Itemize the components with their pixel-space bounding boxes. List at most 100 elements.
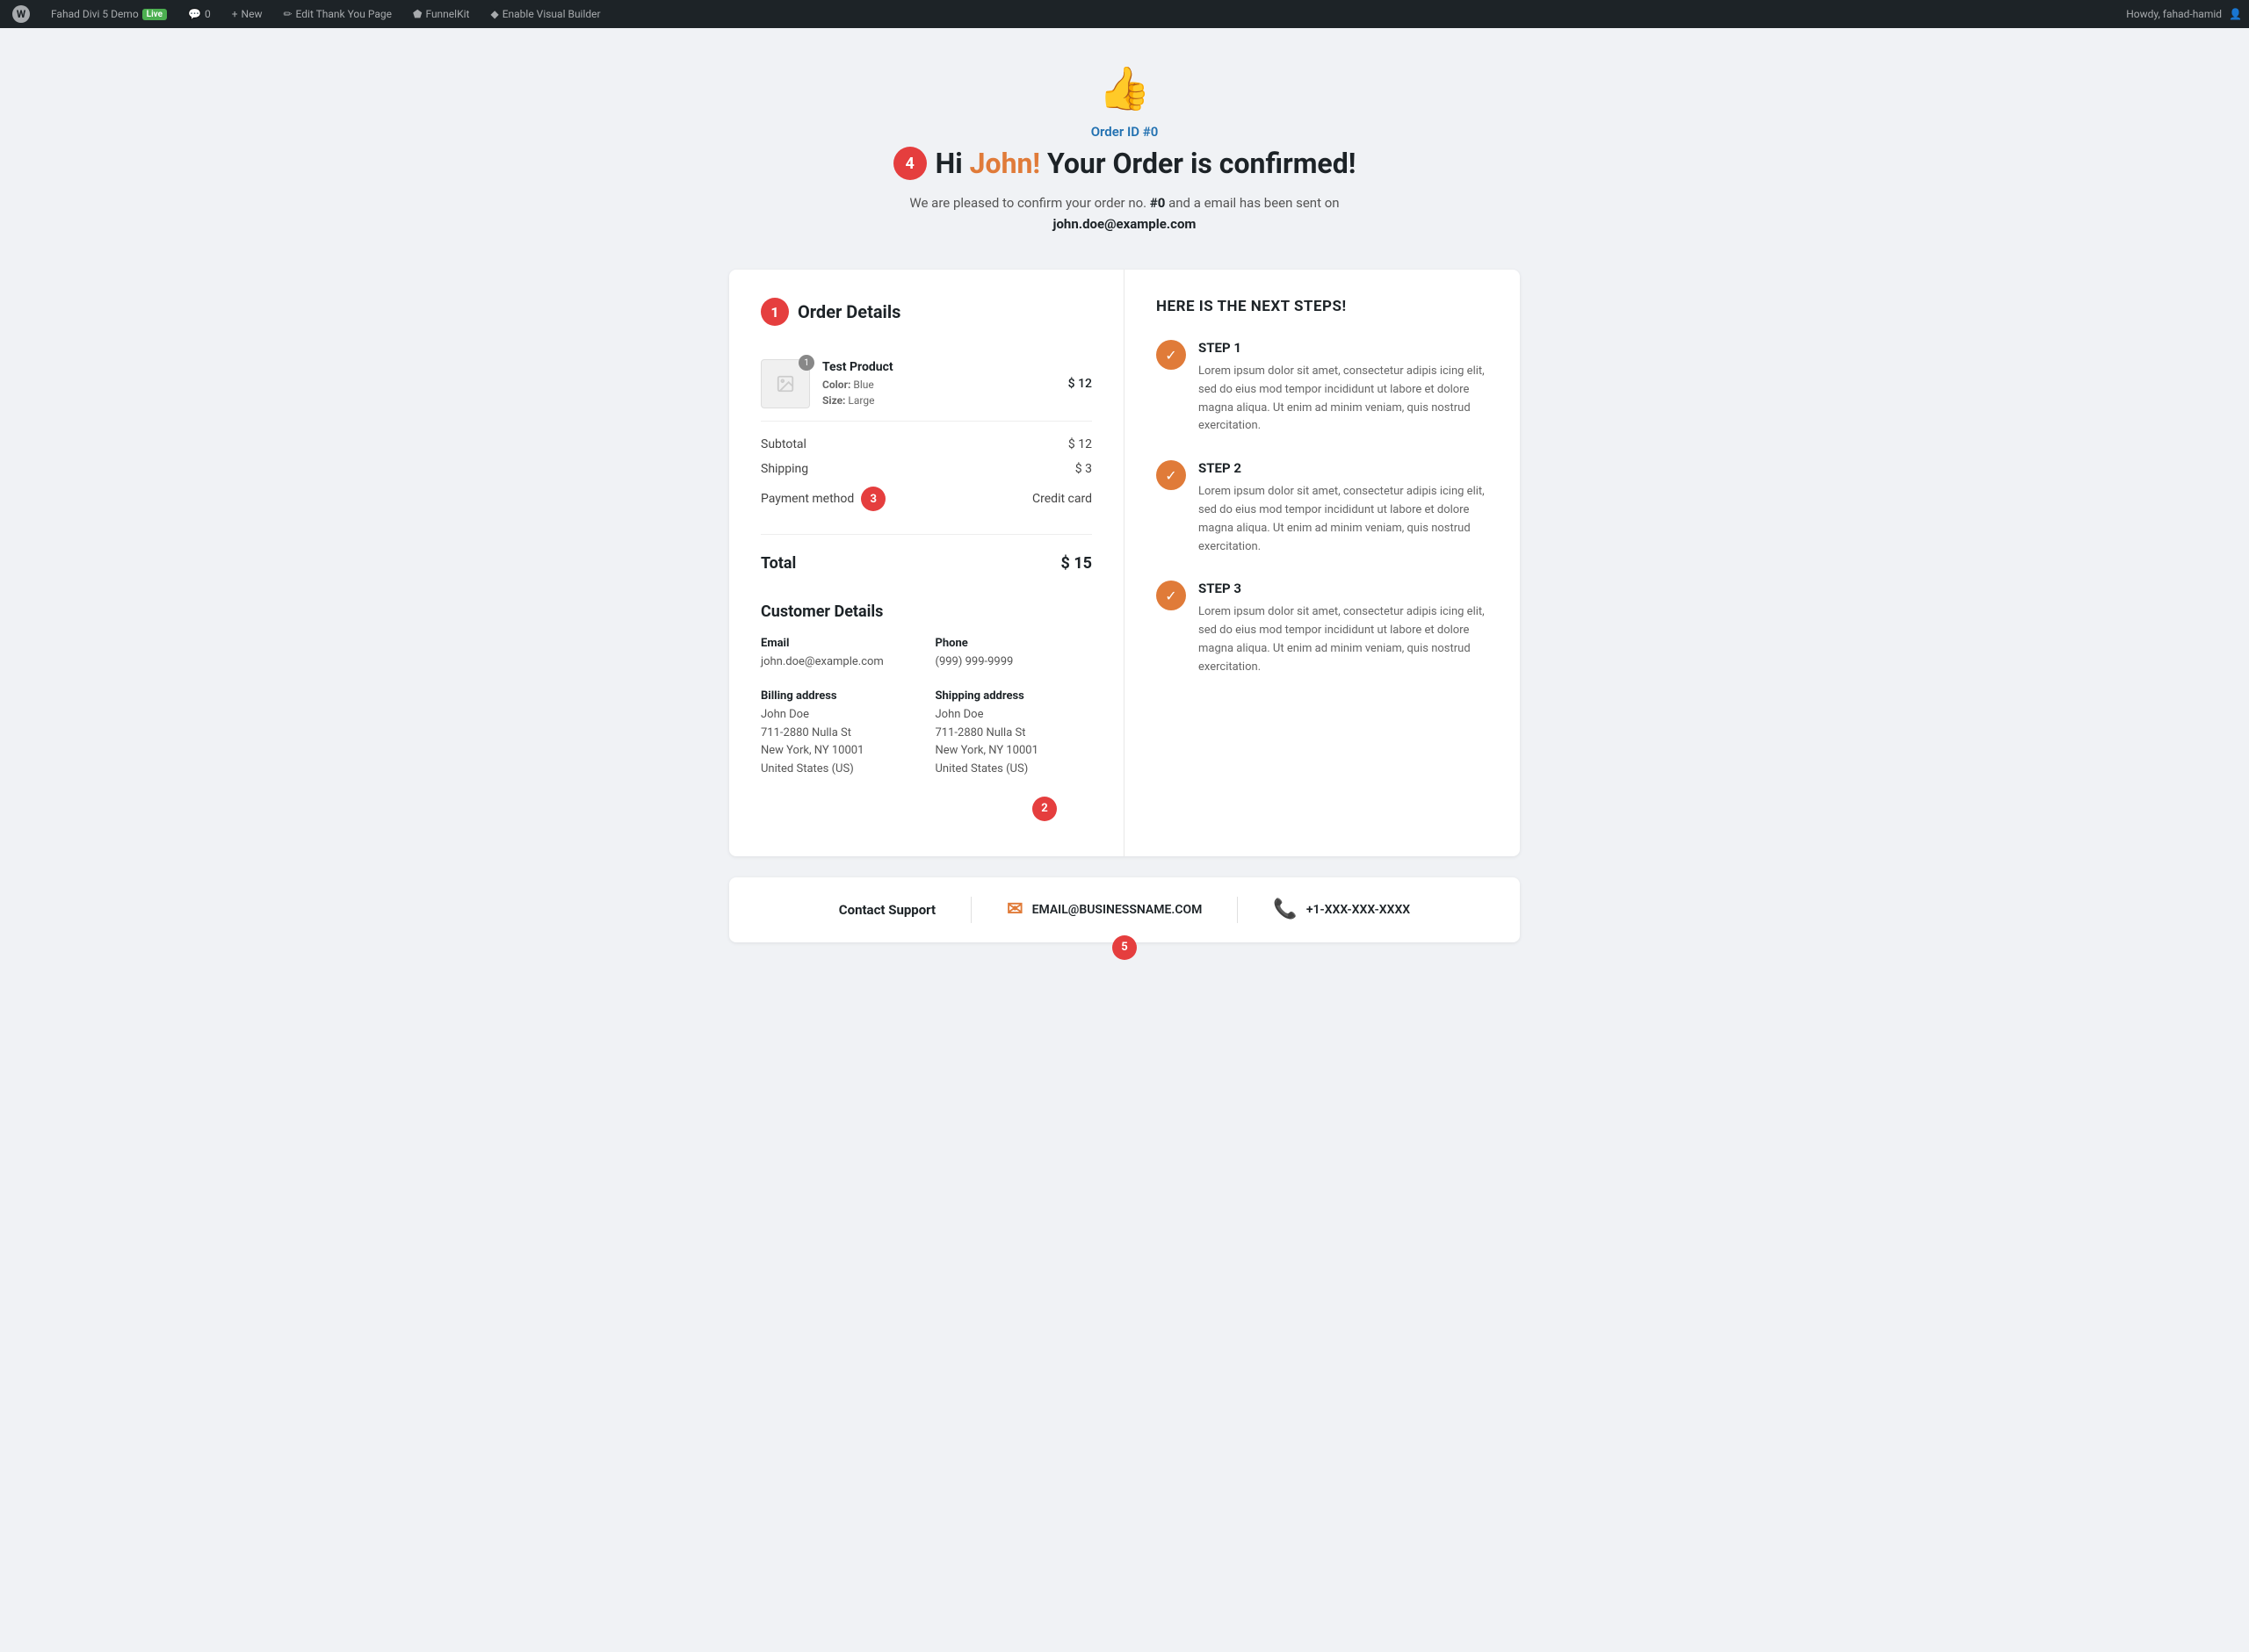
- shipping-address-label: Shipping address: [936, 689, 1093, 703]
- step-badge-4: 4: [893, 147, 927, 180]
- step-item-2: ✓ STEP 2 Lorem ipsum dolor sit amet, con…: [1156, 460, 1488, 556]
- admin-bar-left: W Fahad Divi 5 Demo Live 💬 0 + New ✏ Edi…: [7, 0, 2126, 28]
- order-details-heading: 1 Order Details: [761, 298, 1092, 326]
- product-name: Test Product: [822, 360, 1056, 374]
- step-3-check-icon: ✓: [1156, 581, 1186, 610]
- shipping-address-value: John Doe711-2880 Nulla StNew York, NY 10…: [936, 706, 1093, 779]
- comment-count: 0: [205, 8, 211, 20]
- annotation-badge-3: 3: [861, 487, 886, 511]
- subtotal-label: Subtotal: [761, 437, 806, 451]
- funnelkit-link[interactable]: ⬟ FunnelKit: [408, 0, 474, 28]
- order-id: Order ID #0: [18, 124, 2231, 140]
- total-label: Total: [761, 554, 796, 573]
- new-label: New: [242, 8, 263, 20]
- step-3-content: STEP 3 Lorem ipsum dolor sit amet, conse…: [1198, 581, 1488, 676]
- billing-address-label: Billing address: [761, 689, 918, 703]
- step-2-content: STEP 2 Lorem ipsum dolor sit amet, conse…: [1198, 460, 1488, 556]
- subtotal-value: $ 12: [1068, 437, 1092, 451]
- next-steps-heading: HERE IS THE NEXT STEPS!: [1156, 298, 1488, 315]
- product-row: 1 Test Product Color: Blue Size: Large $…: [761, 347, 1092, 422]
- product-image: 1: [761, 359, 810, 408]
- payment-method-row: Payment method 3 Credit card: [761, 481, 1092, 516]
- thumbs-up-icon: 👍: [18, 63, 2231, 113]
- step-1-content: STEP 1 Lorem ipsum dolor sit amet, conse…: [1198, 340, 1488, 436]
- footer-phone-item[interactable]: 📞 +1-XXX-XXX-XXXX: [1273, 898, 1410, 920]
- new-link[interactable]: + New: [227, 0, 268, 28]
- step-item-1: ✓ STEP 1 Lorem ipsum dolor sit amet, con…: [1156, 340, 1488, 436]
- phone-value: (999) 999-9999: [936, 653, 1093, 672]
- edit-icon: ✏: [283, 8, 292, 20]
- enable-visual-label: Enable Visual Builder: [503, 8, 601, 20]
- comment-icon: 💬: [188, 8, 201, 20]
- customer-details-grid: Email john.doe@example.com Phone (999) 9…: [761, 637, 1092, 779]
- order-panel: 1 Order Details 1 Test Product Color:: [729, 270, 1124, 856]
- step-item-3: ✓ STEP 3 Lorem ipsum dolor sit amet, con…: [1156, 581, 1488, 676]
- phone-field-group: Phone (999) 999-9999: [936, 637, 1093, 672]
- page-wrapper: 👍 Order ID #0 4 Hi John! Your Order is c…: [0, 28, 2249, 1624]
- funnelkit-icon: ⬟: [413, 8, 422, 20]
- admin-bar-right: Howdy, fahad-hamid 👤: [2126, 8, 2242, 20]
- howdy-label: Howdy, fahad-hamid: [2126, 8, 2222, 20]
- order-details-title: Order Details: [798, 301, 900, 322]
- payment-method-value: Credit card: [1032, 492, 1092, 506]
- step-1-desc: Lorem ipsum dolor sit amet, consectetur …: [1198, 363, 1488, 436]
- sub-text-1: We are pleased to confirm your order no.: [909, 195, 1146, 211]
- comments-link[interactable]: 💬 0: [183, 0, 216, 28]
- site-name: Fahad Divi 5 Demo: [51, 8, 139, 20]
- step-3-desc: Lorem ipsum dolor sit amet, consectetur …: [1198, 603, 1488, 676]
- title-post: Your Order is confirmed!: [1040, 147, 1356, 180]
- sub-text-2: and a email has been sent on: [1168, 195, 1339, 211]
- edit-page-link[interactable]: ✏ Edit Thank You Page: [278, 0, 397, 28]
- confirmation-header: 👍 Order ID #0 4 Hi John! Your Order is c…: [18, 63, 2231, 234]
- wp-logo-link[interactable]: W: [7, 0, 35, 28]
- total-row: Total $ 15: [761, 542, 1092, 578]
- customer-details-title: Customer Details: [761, 602, 1092, 621]
- step-2-name: STEP 2: [1198, 460, 1488, 476]
- new-icon: +: [232, 8, 238, 20]
- email-icon: ✉: [1007, 898, 1023, 920]
- confirmation-title: 4 Hi John! Your Order is confirmed!: [18, 147, 2231, 180]
- email-field-group: Email john.doe@example.com: [761, 637, 918, 672]
- subtotal-row: Subtotal $ 12: [761, 432, 1092, 457]
- footer-divider-2: [1237, 897, 1238, 923]
- cost-separator: [761, 534, 1092, 535]
- footer-email-item[interactable]: ✉ EMAIL@BUSINESSNAME.COM: [1007, 898, 1202, 920]
- confirmation-subtext: We are pleased to confirm your order no.…: [18, 192, 2231, 234]
- phone-label: Phone: [936, 637, 1093, 650]
- email-value: john.doe@example.com: [761, 653, 918, 672]
- confirmation-email: john.doe@example.com: [18, 213, 2231, 234]
- billing-address-value: John Doe711-2880 Nulla StNew York, NY 10…: [761, 706, 918, 779]
- step-1-name: STEP 1: [1198, 340, 1488, 356]
- annotation-badge-5: 5: [1112, 935, 1137, 960]
- contact-footer: Contact Support ✉ EMAIL@BUSINESSNAME.COM…: [729, 877, 1520, 942]
- customer-details-section: Customer Details Email john.doe@example.…: [761, 602, 1092, 821]
- step-2-desc: Lorem ipsum dolor sit amet, consectetur …: [1198, 483, 1488, 556]
- live-badge: Live: [142, 9, 167, 20]
- cost-table: Subtotal $ 12 Shipping $ 3 Payment metho…: [761, 432, 1092, 516]
- annotation-badge-2: 2: [1032, 797, 1057, 821]
- funnelkit-label: FunnelKit: [425, 8, 469, 20]
- product-qty-badge: 1: [799, 355, 814, 371]
- shipping-label: Shipping: [761, 462, 808, 476]
- footer-phone-number: +1-XXX-XXX-XXXX: [1306, 903, 1410, 917]
- enable-visual-builder-link[interactable]: ◆ Enable Visual Builder: [485, 0, 605, 28]
- payment-label-container: Payment method 3: [761, 487, 886, 511]
- step-2-check-icon: ✓: [1156, 460, 1186, 490]
- product-info: Test Product Color: Blue Size: Large: [822, 360, 1056, 408]
- customer-name: John!: [970, 147, 1040, 180]
- admin-bar: W Fahad Divi 5 Demo Live 💬 0 + New ✏ Edi…: [0, 0, 2249, 28]
- product-meta-size: Size: Large: [822, 393, 1056, 408]
- contact-support-label: Contact Support: [839, 902, 936, 918]
- payment-method-label: Payment method: [761, 492, 854, 506]
- footer-annotation-container: 5: [1112, 935, 1137, 960]
- site-name-link[interactable]: Fahad Divi 5 Demo Live: [46, 0, 172, 28]
- product-price: $ 12: [1068, 377, 1092, 391]
- avatar-icon: 👤: [2229, 8, 2242, 20]
- email-label: Email: [761, 637, 918, 650]
- total-value: $ 15: [1061, 554, 1092, 573]
- step-1-check-icon: ✓: [1156, 340, 1186, 370]
- main-content-grid: 1 Order Details 1 Test Product Color:: [729, 270, 1520, 856]
- billing-address-group: Billing address John Doe711-2880 Nulla S…: [761, 689, 918, 779]
- footer-divider-1: [971, 897, 972, 923]
- order-number: #0: [1150, 195, 1166, 211]
